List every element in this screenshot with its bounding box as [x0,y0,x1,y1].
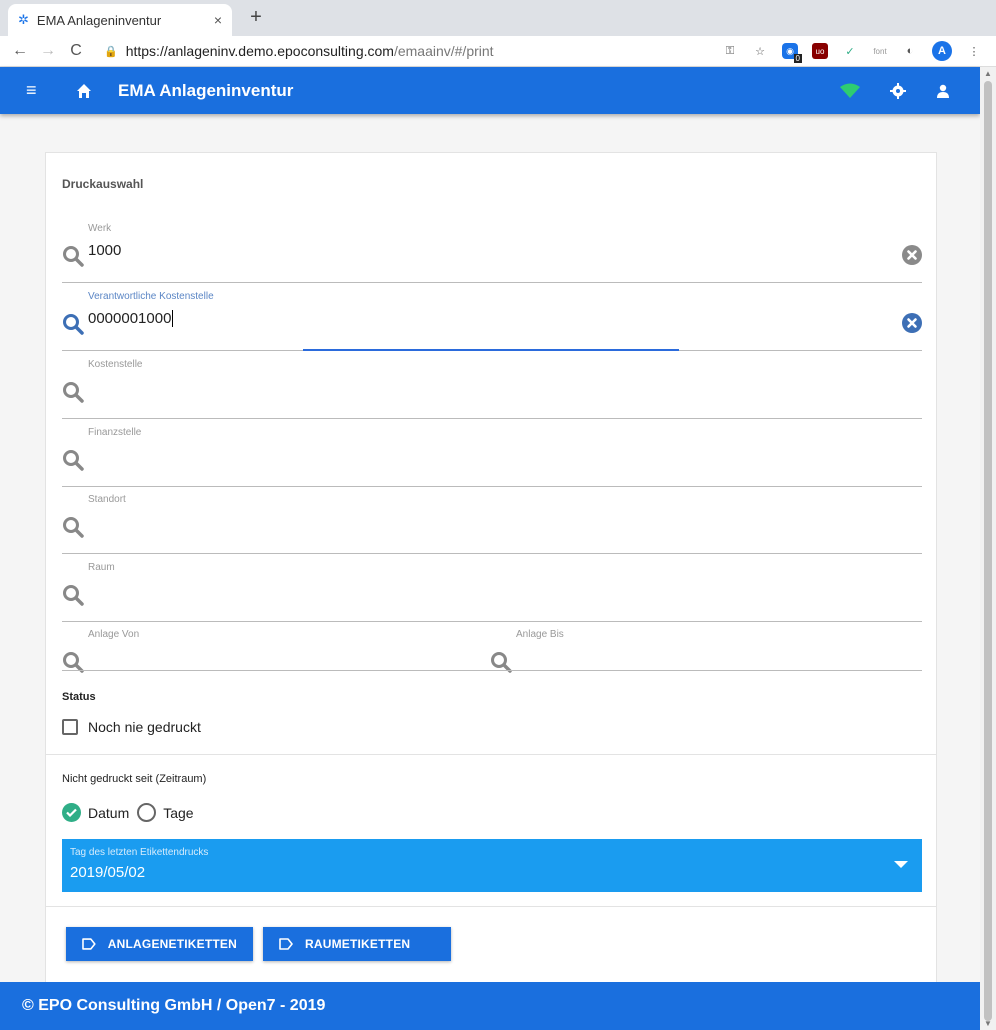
scroll-up-icon[interactable]: ▲ [984,69,992,78]
page-scrollbar[interactable]: ▲ ▼ [980,67,996,1030]
tab-close-icon[interactable]: × [214,12,222,28]
section-title: Druckauswahl [62,177,144,191]
chevron-down-icon[interactable] [894,861,908,868]
url-path: /emaainv/#/print [393,43,494,59]
responsible-cost-center-value[interactable]: 0000001000 [88,310,174,327]
address-bar[interactable]: 🔒 https://anlageninv.demo.epoconsulting.… [104,43,722,59]
radio-datum-label[interactable]: Datum [88,805,129,821]
responsible-cost-center-field[interactable]: Verantwortliche Kostenstelle 0000001000 [62,291,922,351]
werk-label: Werk [88,223,112,234]
cost-center-label: Kostenstelle [88,359,143,370]
ublock-icon[interactable]: uo [812,43,828,59]
key-icon[interactable]: ⚿ [722,43,738,59]
check-icon[interactable]: ✓ [842,43,858,59]
cost-center-field[interactable]: Kostenstelle [62,359,922,419]
werk-field[interactable]: Werk 1000 [62,223,922,283]
focus-underline [303,349,679,351]
extensions-area: ⚿ ☆ ◉ 0 uo ✓ font ◐ A ⋮ [722,41,982,63]
finance-center-label: Finanzstelle [88,427,142,438]
footer-copyright: © EPO Consulting GmbH / Open7 - 2019 [22,997,326,1014]
hamburger-menu-icon[interactable]: ≡ [26,80,46,101]
finance-center-field[interactable]: Finanzstelle [62,427,922,487]
clear-icon[interactable] [902,245,922,265]
room-labels-label: RAUMETIKETTEN [305,937,411,951]
puzzle-icon[interactable]: ◐ [902,43,918,59]
search-icon [63,382,84,403]
never-printed-label: Noch nie gedruckt [88,719,201,735]
status-title: Status [62,691,96,703]
gear-icon[interactable] [890,82,906,99]
asset-labels-button[interactable]: ANLAGENETIKETTEN [66,927,253,961]
period-radio-group: Datum Tage [62,803,194,822]
scroll-thumb[interactable] [984,81,992,1021]
browser-toolbar: ← → C 🔒 https://anlageninv.demo.epoconsu… [0,36,996,67]
asset-from-label: Anlage Von [88,629,140,640]
app-bar: ≡ EMA Anlageninventur [0,67,980,114]
new-tab-button[interactable]: + [244,6,268,30]
period-title: Nicht gedruckt seit (Zeitraum) [62,773,207,785]
last-print-date-select[interactable]: Tag des letzten Etikettendrucks 2019/05/… [62,839,922,892]
room-field[interactable]: Raum [62,562,922,622]
forward-icon[interactable]: → [34,42,62,60]
section-divider [46,754,936,755]
asset-to-label: Anlage Bis [516,629,564,640]
favicon-icon: ✲ [18,12,29,27]
search-icon [63,314,84,335]
ghostery-icon[interactable]: ◉ 0 [782,43,802,63]
radio-tage-label[interactable]: Tage [163,805,193,821]
print-selection-card: Druckauswahl Werk 1000 Verantwortliche K… [45,152,937,992]
user-icon[interactable] [936,84,950,98]
never-printed-checkbox[interactable] [62,719,78,735]
location-label: Standort [88,494,126,505]
last-print-date-label: Tag des letzten Etikettendrucks [70,847,209,858]
wifi-icon [840,83,860,99]
font-ext-icon[interactable]: font [872,43,888,59]
asset-to-field[interactable]: Anlage Bis [490,629,920,689]
werk-value[interactable]: 1000 [88,242,121,259]
search-icon [63,585,84,606]
room-labels-button[interactable]: RAUMETIKETTEN [263,927,451,961]
section-divider [46,906,936,907]
more-menu-icon[interactable]: ⋮ [966,43,982,59]
url-host: https://anlageninv.demo.epoconsulting.co… [125,43,394,59]
browser-tabstrip: ✲ EMA Anlageninventur × + [0,0,996,36]
radio-datum-checked-icon[interactable] [62,803,81,822]
room-label: Raum [88,562,115,573]
search-icon [63,450,84,471]
reload-icon[interactable]: C [62,42,90,60]
asset-from-field[interactable]: Anlage Von [62,629,492,689]
location-field[interactable]: Standort [62,494,922,554]
lock-icon: 🔒 [104,45,118,58]
search-icon [63,246,84,267]
label-tag-icon [82,938,96,950]
tab-title: EMA Anlageninventur [36,12,162,28]
asset-range-underline [62,670,922,671]
label-tag-icon [279,938,293,950]
footer: © EPO Consulting GmbH / Open7 - 2019 [0,982,980,1030]
browser-tab[interactable]: ✲ EMA Anlageninventur × [8,4,232,36]
back-icon[interactable]: ← [6,42,34,60]
responsible-cost-center-label: Verantwortliche Kostenstelle [88,291,214,302]
scroll-down-icon[interactable]: ▼ [984,1019,992,1028]
asset-labels-label: ANLAGENETIKETTEN [107,937,237,951]
radio-tage-unchecked-icon[interactable] [137,803,157,822]
last-print-date-value: 2019/05/02 [70,864,146,881]
search-icon [63,517,84,538]
app-title: EMA Anlageninventur [118,80,294,100]
star-icon[interactable]: ☆ [752,43,768,59]
home-icon[interactable] [76,83,92,99]
profile-avatar[interactable]: A [932,41,952,61]
clear-icon[interactable] [902,313,922,333]
never-printed-checkbox-row[interactable]: Noch nie gedruckt [62,719,201,735]
ghostery-badge: 0 [793,54,802,63]
